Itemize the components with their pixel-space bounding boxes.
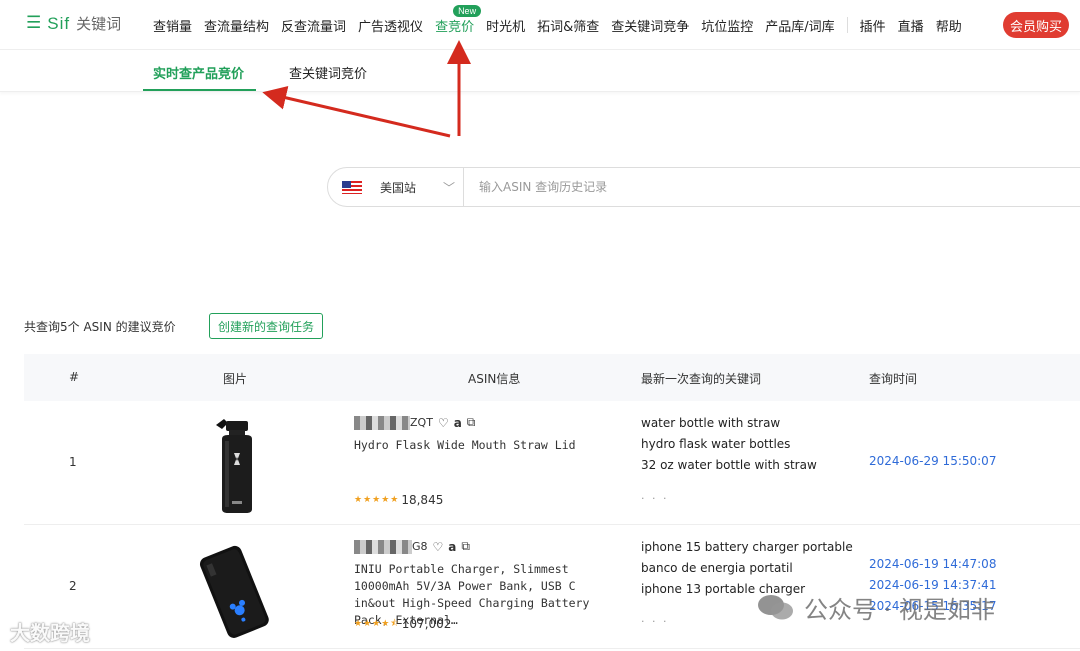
product-image-water-bottle[interactable] [210, 415, 266, 515]
chevron-down-icon: ﹀ [442, 181, 455, 195]
product-title[interactable]: Hydro Flask Wide Mouth Straw Lid [354, 437, 624, 454]
copy-icon[interactable]: ⧉ [461, 539, 470, 554]
header-image: 图片 [223, 372, 248, 386]
menu-icon[interactable]: ☰ [26, 15, 41, 32]
nav-item-ad-insight[interactable]: 广告透视仪 [352, 16, 429, 35]
header-time: 查询时间 [869, 372, 918, 386]
nav-item-reverse-keywords[interactable]: 反查流量词 [275, 16, 352, 35]
tab-realtime-product-bid[interactable]: 实时查产品竞价 [153, 63, 244, 82]
table-row: 2 G8 ♡ a ⧉ INIU Portable Charger, Slimme… [24, 525, 1080, 649]
asin-line: ZQT ♡ a ⧉ [354, 415, 475, 430]
asin-search-bar: 美国站 ﹀ [327, 167, 1080, 207]
rating: ★★★★★ 18,845 [354, 493, 443, 507]
amazon-icon[interactable]: a [448, 540, 456, 554]
asin-suffix: G8 [412, 540, 428, 553]
keyword: 32 oz water bottle with straw [641, 458, 817, 472]
nav-menu: 查销量 查流量结构 反查流量词 广告透视仪 查竞价 New 时光机 拓词&筛查 … [147, 0, 968, 50]
site-select[interactable]: 美国站 ﹀ [328, 168, 464, 206]
site-label: 美国站 [380, 180, 417, 195]
amazon-icon[interactable]: a [454, 416, 462, 430]
nav-item-plugin[interactable]: 插件 [854, 16, 892, 35]
keyword: hydro flask water bottles [641, 437, 791, 451]
table-header: # 图片 ASIN信息 最新一次查询的关键词 查询时间 [24, 354, 1080, 401]
watermark-right-text: 公众号 · 视是如非 [804, 596, 995, 624]
create-query-task-button[interactable]: 创建新的查询任务 [209, 313, 324, 339]
tab-keyword-bid[interactable]: 查关键词竞价 [289, 63, 367, 82]
copy-icon[interactable]: ⧉ [467, 415, 476, 430]
query-summary: 共查询5个 ASIN 的建议竞价 [24, 320, 176, 334]
nav-divider [846, 17, 848, 33]
rating-count: 18,845 [401, 493, 444, 507]
nav-item-bid-check-label: 查竞价 [435, 19, 475, 35]
vip-purchase-button[interactable]: 会员购买 [1003, 12, 1069, 38]
nav-item-sales[interactable]: 查销量 [147, 16, 198, 35]
keyword: water bottle with straw [641, 416, 781, 430]
nav-item-time-machine[interactable]: 时光机 [480, 16, 531, 35]
star-rating-icon: ★★★★⯪ [354, 619, 400, 629]
query-time[interactable]: 2024-06-29 15:50:07 [869, 454, 996, 468]
query-time[interactable]: 2024-06-19 14:47:08 [869, 557, 996, 571]
new-badge: New [453, 4, 482, 17]
nav-item-traffic-structure[interactable]: 查流量结构 [198, 16, 275, 35]
asin-mask [354, 415, 410, 430]
rating: ★★★★⯪ 107,002 [354, 616, 451, 632]
watermark-left: 大数跨境 [10, 621, 90, 645]
nav-item-expand-keywords[interactable]: 拓词&筛查 [531, 16, 605, 35]
header-asin: ASIN信息 [468, 372, 521, 386]
heart-icon[interactable]: ♡ [433, 540, 444, 554]
rating-count: 107,002 [401, 617, 452, 631]
more-keywords[interactable]: · · · [641, 615, 668, 628]
logo[interactable]: ☰ Sif 关键词 [26, 13, 121, 34]
row-index: 1 [69, 455, 77, 469]
nav-item-product-library[interactable]: 产品库/词库 [759, 16, 840, 35]
header-keywords: 最新一次查询的关键词 [641, 372, 762, 386]
watermark-right: 公众号 · 视是如非 [756, 590, 995, 625]
logo-subtitle: 关键词 [76, 15, 122, 33]
row-index: 2 [69, 579, 77, 593]
logo-text: Sif [47, 13, 71, 33]
asin-search-input[interactable] [464, 169, 1080, 205]
more-keywords[interactable]: · · · [641, 492, 668, 505]
asin-suffix: ZQT [410, 416, 433, 429]
top-nav: ☰ Sif 关键词 查销量 查流量结构 反查流量词 广告透视仪 查竞价 New … [0, 0, 1080, 50]
header-index: # [69, 370, 80, 384]
asin-line: G8 ♡ a ⧉ [354, 539, 470, 554]
star-rating-icon: ★★★★★ [354, 495, 400, 505]
subtabs: 实时查产品竞价 查关键词竞价 [0, 51, 1080, 92]
nav-item-live[interactable]: 直播 [892, 16, 930, 35]
nav-item-keyword-competition[interactable]: 查关键词竞争 [605, 16, 695, 35]
keyword: banco de energia portatil [641, 561, 793, 575]
us-flag-icon [342, 180, 362, 194]
asin-mask [354, 539, 412, 554]
nav-item-help[interactable]: 帮助 [930, 16, 968, 35]
table-row: 1 ZQT ♡ a ⧉ Hydro Flask Wide Mouth Straw… [24, 401, 1080, 525]
nav-item-bid-check[interactable]: 查竞价 New [429, 4, 482, 35]
active-tab-underline [143, 89, 256, 91]
wechat-icon [758, 594, 793, 619]
keyword: iphone 15 battery charger portable [641, 540, 853, 554]
nav-item-slot-monitor[interactable]: 坑位监控 [695, 16, 759, 35]
product-image-power-bank[interactable] [192, 541, 276, 641]
arrow-to-product-tab [262, 86, 451, 138]
heart-icon[interactable]: ♡ [438, 416, 449, 430]
